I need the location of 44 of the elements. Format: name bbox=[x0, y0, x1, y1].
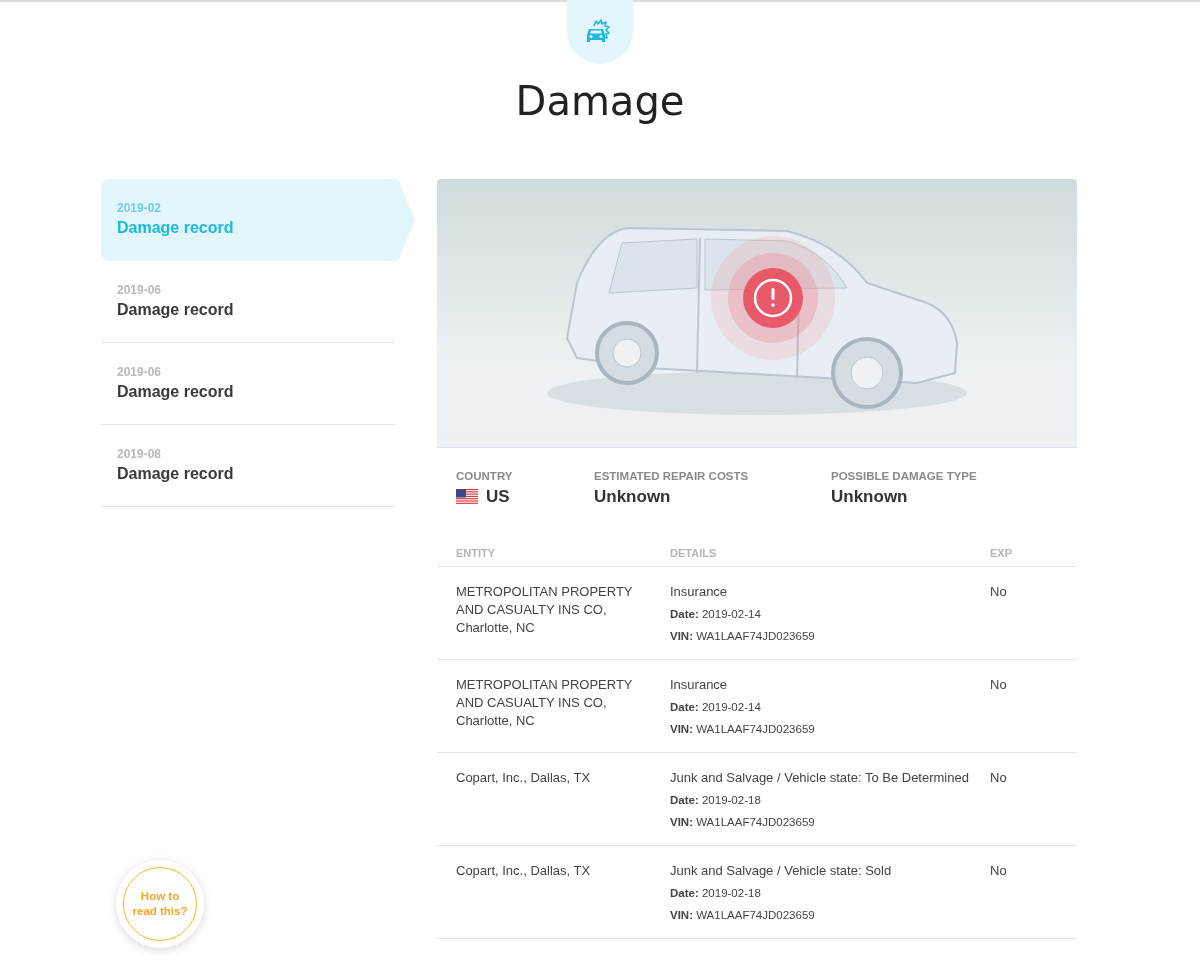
date-text: Date: 2019-02-18 bbox=[670, 886, 761, 901]
field-label: COUNTRY bbox=[456, 470, 514, 482]
date-text: Date: 2019-02-14 bbox=[670, 700, 761, 715]
date-text: Date: 2019-02-18 bbox=[670, 793, 761, 808]
record-title: Damage record bbox=[117, 219, 234, 237]
record-title: Damage record bbox=[117, 465, 234, 483]
record-date: 2019-06 bbox=[117, 365, 162, 379]
record-date: 2019-02 bbox=[117, 201, 162, 215]
table-cell-text: No bbox=[990, 862, 1008, 880]
damage-alert-icon bbox=[711, 236, 835, 360]
record-item[interactable]: 2019-06 Damage record bbox=[101, 343, 395, 425]
details-text: Junk and Salvage / Vehicle state: To Be Determined bbox=[670, 769, 969, 787]
details-text: Junk and Salvage / Vehicle state: Sold bbox=[670, 862, 892, 880]
table-cell-text: Copart, Inc., Dallas, TX bbox=[456, 769, 592, 787]
field-label: POSSIBLE DAMAGE TYPE bbox=[831, 470, 977, 482]
car-damage-icon bbox=[567, 0, 633, 64]
column-header: EXP bbox=[990, 547, 1013, 559]
field-value: US bbox=[486, 487, 510, 507]
vin-text: VIN: WA1LAAF74JD023659 bbox=[670, 908, 815, 923]
table-cell-text: No bbox=[990, 769, 1008, 787]
table-cell-text: METROPOLITAN PROPERTY AND CASUALTY INS CO, Charlotte, NC bbox=[456, 583, 634, 637]
details-text: Insurance bbox=[670, 583, 728, 601]
record-title: Damage record bbox=[117, 383, 234, 401]
record-item[interactable]: 2019-08 Damage record bbox=[101, 425, 395, 507]
page-title: Damage bbox=[515, 78, 685, 124]
date-text: Date: 2019-02-14 bbox=[670, 607, 761, 622]
table-cell-text: METROPOLITAN PROPERTY AND CASUALTY INS CO, Charlotte, NC bbox=[456, 676, 634, 730]
field-label: ESTIMATED REPAIR COSTS bbox=[594, 470, 750, 482]
table-cell-text: No bbox=[990, 583, 1008, 601]
record-date: 2019-06 bbox=[117, 283, 162, 297]
vin-text: VIN: WA1LAAF74JD023659 bbox=[670, 722, 815, 737]
record-date: 2019-08 bbox=[117, 447, 162, 461]
table-cell-text: No bbox=[990, 676, 1008, 694]
field-value: Unknown bbox=[594, 487, 671, 507]
flag-icon bbox=[456, 489, 478, 505]
column-header: ENTITY bbox=[456, 547, 497, 559]
details-text: Insurance bbox=[670, 676, 728, 694]
field-value: Unknown bbox=[831, 487, 908, 507]
vin-text: VIN: WA1LAAF74JD023659 bbox=[670, 629, 815, 644]
record-item[interactable]: 2019-06 Damage record bbox=[101, 261, 395, 343]
vin-text: VIN: WA1LAAF74JD023659 bbox=[670, 815, 815, 830]
column-header: DETAILS bbox=[670, 547, 718, 559]
table-cell-text: Copart, Inc., Dallas, TX bbox=[456, 862, 592, 880]
record-title: Damage record bbox=[117, 301, 234, 319]
